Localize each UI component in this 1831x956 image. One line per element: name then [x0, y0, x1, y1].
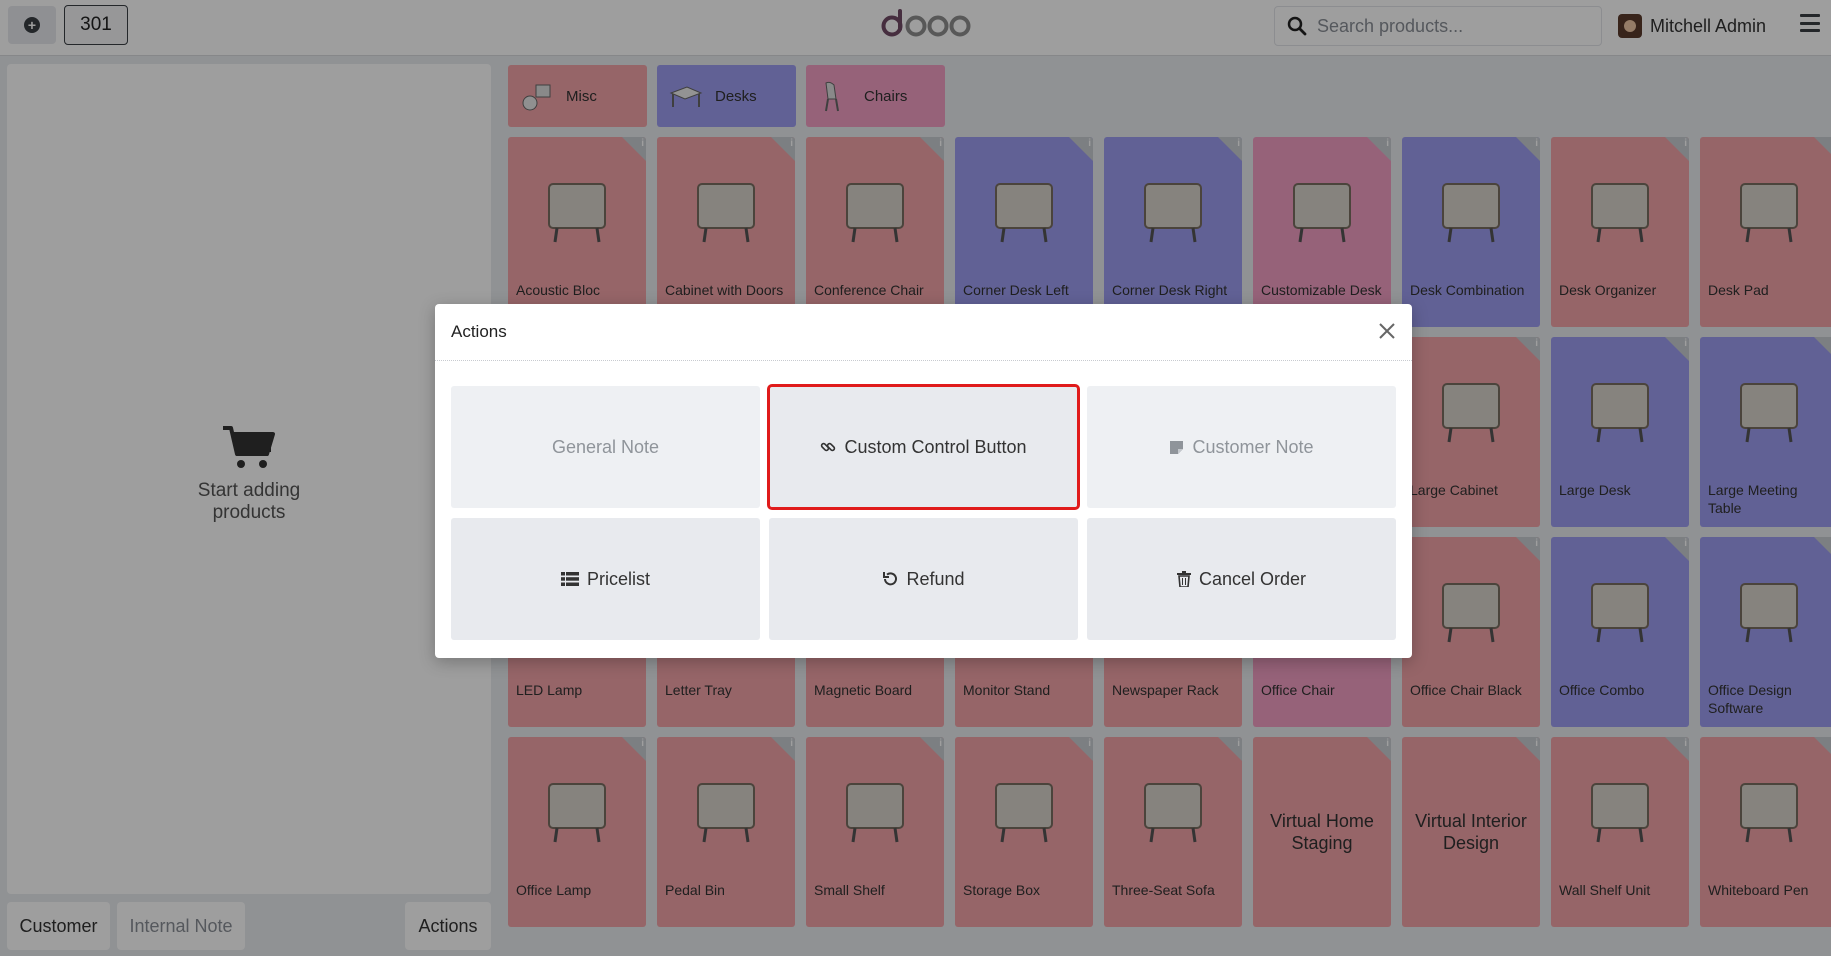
actions-dialog: Actions General Note Custom Control Butt… [435, 304, 1412, 658]
undo-icon [882, 571, 898, 587]
dialog-title: Actions [451, 322, 507, 341]
general-note-button[interactable]: General Note [451, 386, 760, 508]
close-icon[interactable] [1376, 320, 1398, 342]
customer-note-button[interactable]: Customer Note [1087, 386, 1396, 508]
cancel-order-button[interactable]: Cancel Order [1087, 518, 1396, 640]
custom-control-button[interactable]: Custom Control Button [767, 384, 1080, 510]
cancel-order-label: Cancel Order [1198, 568, 1307, 589]
customer-note-label: Customer Note [1192, 436, 1314, 457]
refund-button[interactable]: Refund [769, 518, 1078, 640]
custom-control-label: Custom Control Button [844, 436, 1027, 457]
list-icon [560, 572, 579, 586]
link-icon [820, 439, 836, 455]
dialog-header: Actions [435, 304, 1412, 361]
refund-label: Refund [906, 568, 965, 589]
trash-icon [1176, 571, 1191, 587]
sticky-note-icon [1169, 440, 1184, 455]
pricelist-button[interactable]: Pricelist [451, 518, 760, 640]
general-note-label: General Note [551, 436, 660, 457]
pricelist-label: Pricelist [586, 568, 650, 589]
